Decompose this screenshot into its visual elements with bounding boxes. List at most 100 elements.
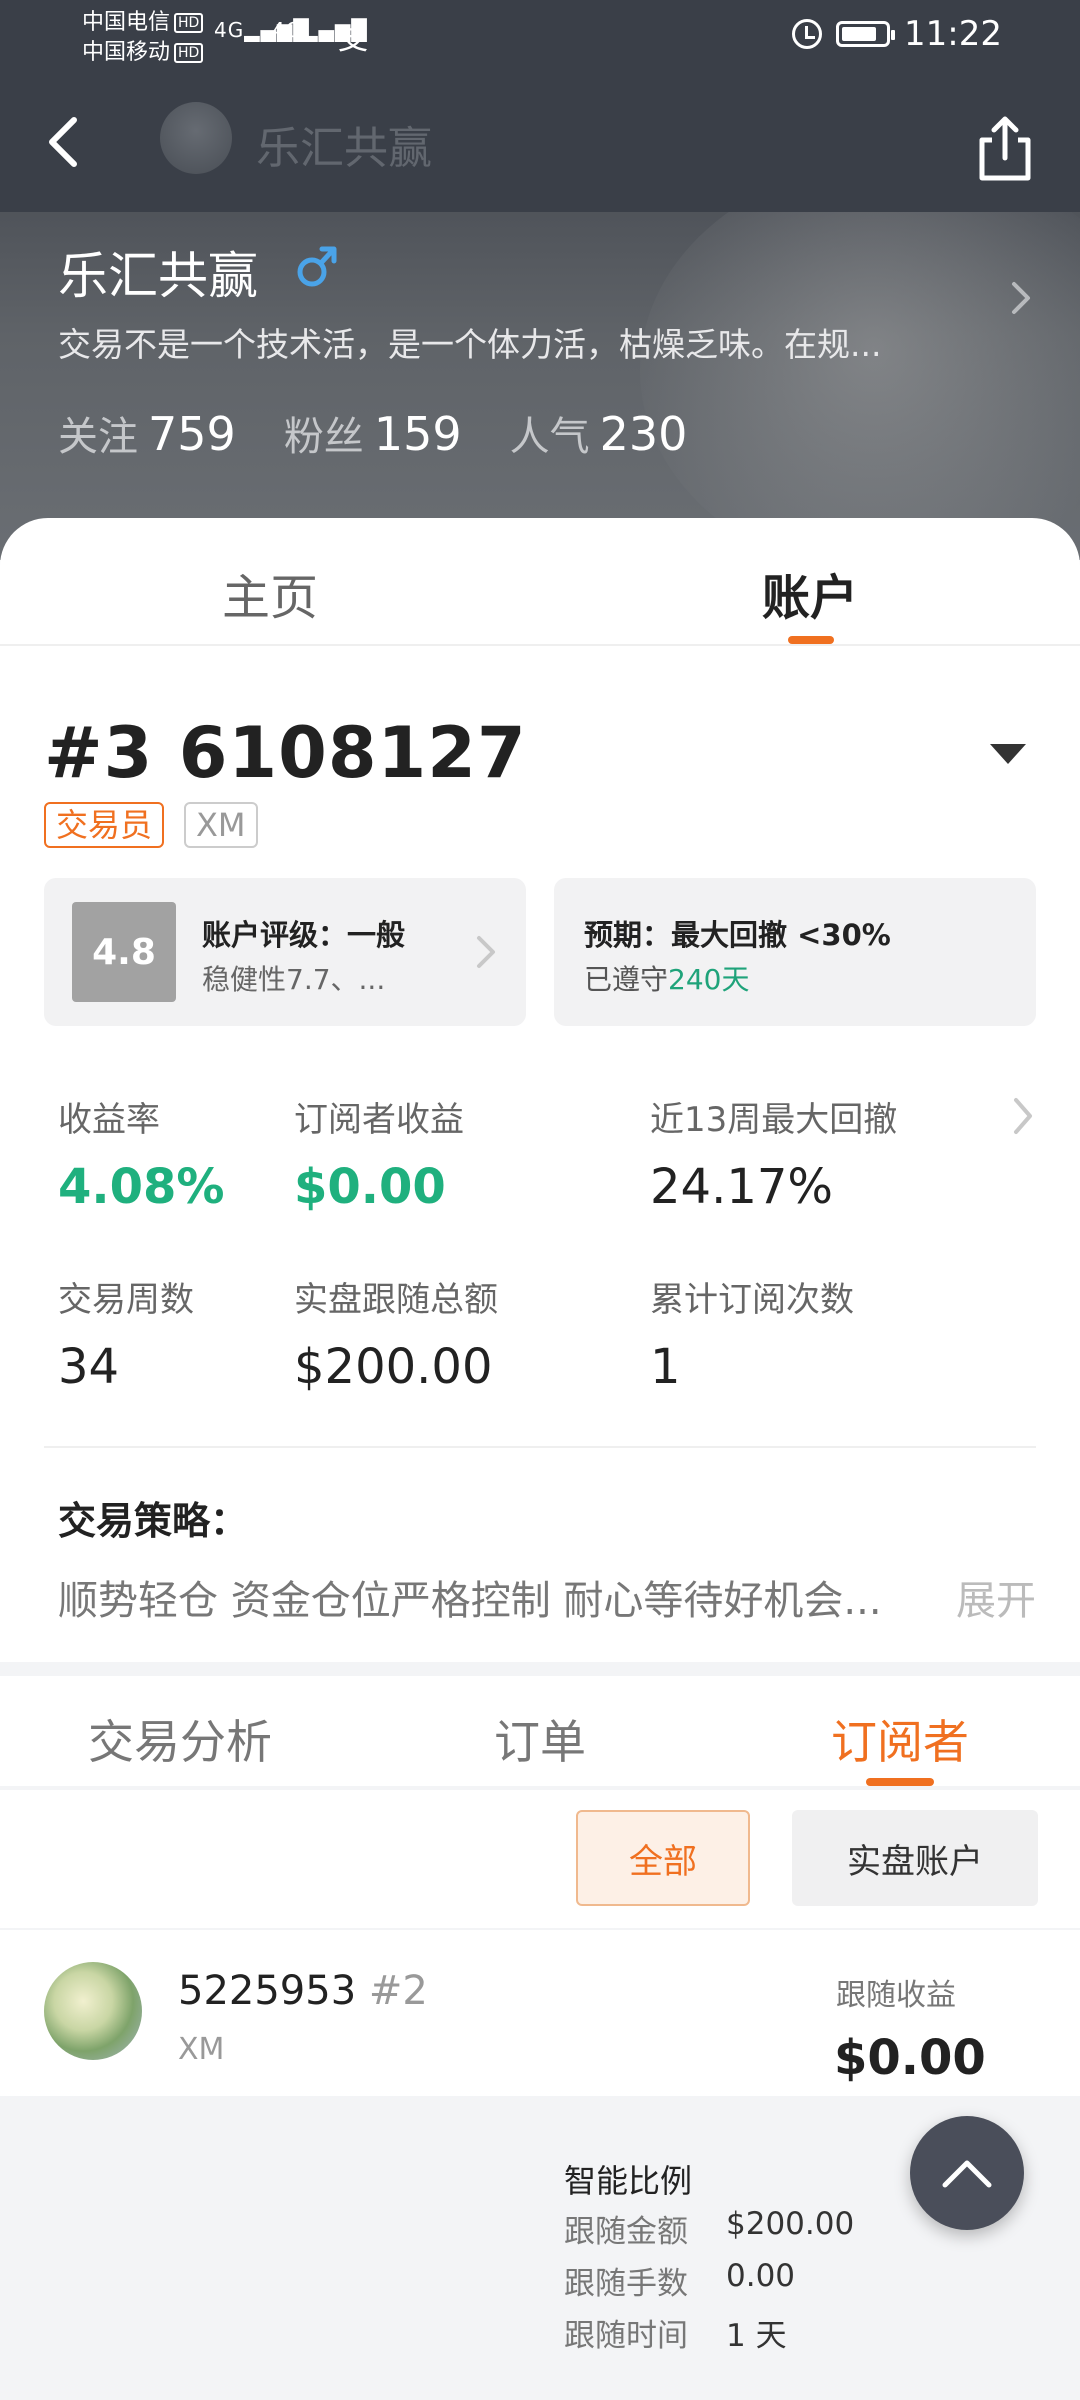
detail-value: 1 天: [726, 2318, 787, 2354]
tab-indicator: [866, 1778, 934, 1786]
broker-tag: XM: [184, 802, 258, 848]
subscriber-rank: #2: [368, 1968, 428, 2014]
expand-link[interactable]: 展开: [956, 1568, 1036, 1626]
account-number[interactable]: #3 6108127: [44, 712, 527, 794]
detail-value: 0.00: [726, 2258, 796, 2294]
metric-label: 订阅者收益: [294, 1100, 464, 1140]
filter-live-account-button[interactable]: 实盘账户: [792, 1810, 1038, 1906]
metric-return-rate: 收益率 4.08%: [58, 1092, 225, 1215]
alarm-icon: [792, 19, 823, 49]
subscriber-id: 5225953 #2: [178, 1968, 428, 2014]
popularity-stat: 人气 230: [510, 404, 688, 462]
sub-tabs: 交易分析 订单 订阅者: [0, 1676, 1080, 1786]
chevron-right-icon: [477, 936, 495, 968]
chevron-up-icon: [942, 2160, 992, 2188]
back-icon[interactable]: [36, 112, 96, 172]
filter-bar: 全部 实盘账户: [0, 1790, 1080, 1928]
fans-value: 159: [373, 407, 462, 461]
subscriber-broker: XM: [178, 2032, 225, 2067]
tab-indicator: [788, 636, 834, 644]
carrier-2: 中国移动: [82, 40, 171, 65]
expectation-card: 预期：最大回撤 <30% 已遵守240天: [554, 878, 1036, 1026]
carrier-info: 中国电信 HD 中国移动 HD: [82, 8, 204, 68]
nav-avatar: [160, 102, 232, 174]
expectation-days: 240天: [668, 963, 750, 996]
detail-row: 跟随金额 $200.00: [564, 2206, 854, 2251]
expectation-title: 预期：最大回撤 <30%: [584, 918, 891, 952]
expectation-subtitle: 已遵守240天: [584, 958, 749, 998]
tab-trade-analysis[interactable]: 交易分析: [50, 1706, 310, 1772]
popularity-label: 人气: [509, 414, 590, 460]
detail-value: $200.00: [726, 2206, 855, 2242]
metric-value: 1: [650, 1339, 681, 1395]
divider: [0, 644, 1080, 646]
tab-subscribers[interactable]: 订阅者: [770, 1706, 1030, 1772]
filter-all-button[interactable]: 全部: [576, 1810, 750, 1906]
metric-value: 34: [58, 1339, 120, 1395]
strategy-title: 交易策略：: [58, 1499, 249, 1543]
network-type: 4G: [272, 18, 303, 42]
follow-label: 关注: [58, 414, 138, 460]
rating-subtitle: 稳健性7.7、...: [202, 963, 386, 996]
nav-title: 乐汇共赢: [256, 123, 432, 174]
profile-header: 中国电信 HD 中国移动 HD 4G▂▄▆█ 4G▂▄▆█ 支 11:22 乐汇共赢…: [0, 0, 1080, 560]
profile-stats: 关注 759 粉丝 159 人气 230: [58, 404, 687, 462]
strategy-text: 顺势轻仓 资金仓位严格控制 耐心等待好机会...: [58, 1578, 882, 1624]
share-icon[interactable]: [974, 114, 1036, 184]
status-bar: 中国电信 HD 中国移动 HD 4G▂▄▆█ 4G▂▄▆█ 支 11:22: [0, 0, 1080, 72]
profile-name: 乐汇共赢: [58, 247, 258, 305]
tab-orders[interactable]: 订单: [410, 1706, 670, 1772]
tab-account[interactable]: 账户: [660, 558, 960, 628]
metric-label: 收益率: [58, 1100, 160, 1140]
detail-label: 跟随手数: [564, 2266, 688, 2302]
fans-label: 粉丝: [283, 414, 364, 460]
metric-value: $200.00: [294, 1339, 493, 1395]
metric-value: $0.00: [294, 1159, 446, 1215]
follow-profit-value: $0.00: [834, 2030, 986, 2086]
follow-stat[interactable]: 关注 759: [58, 404, 236, 462]
role-tag: 交易员: [44, 802, 165, 848]
metric-label: 近13周最大回撤: [650, 1100, 898, 1140]
metric-value: 4.08%: [58, 1159, 225, 1215]
popularity-value: 230: [599, 407, 688, 461]
chevron-right-icon[interactable]: [1008, 1094, 1038, 1138]
detail-label: 跟随时间: [564, 2318, 688, 2354]
fans-stat[interactable]: 粉丝 159: [284, 404, 462, 462]
detail-row: 跟随时间 1 天: [564, 2310, 787, 2355]
divider: [44, 1446, 1036, 1448]
metric-max-drawdown[interactable]: 近13周最大回撤 24.17%: [650, 1092, 897, 1215]
rating-title: 账户评级：一般: [202, 918, 406, 952]
status-right: 11:22: [792, 14, 1002, 54]
caret-down-icon[interactable]: [990, 744, 1026, 764]
subscriber-number: 5225953: [178, 1968, 357, 2014]
metric-value: 24.17%: [650, 1159, 834, 1215]
alipay-icon: 支: [338, 22, 369, 57]
nav-bar: 乐汇共赢: [0, 72, 1080, 212]
hd-badge: HD: [174, 43, 204, 63]
clock: 11:22: [904, 14, 1002, 54]
male-icon: [297, 246, 337, 287]
profile-bio[interactable]: 交易不是一个技术活，是一个体力活，枯燥乏味。在规...: [58, 318, 938, 366]
chevron-right-icon[interactable]: [1006, 278, 1036, 318]
subscriber-row[interactable]: 5225953 #2 XM 跟随收益 $0.00: [0, 1930, 1080, 2096]
metric-label: 交易周数: [58, 1280, 194, 1320]
carrier-1: 中国电信: [82, 10, 171, 35]
metric-subscription-count: 累计订阅次数 1: [650, 1272, 854, 1395]
tab-home[interactable]: 主页: [120, 558, 420, 628]
detail-row: 跟随手数 0.00: [564, 2258, 795, 2303]
metric-label: 实盘跟随总额: [294, 1280, 498, 1320]
detail-label: 跟随金额: [564, 2214, 688, 2250]
score-badge: 4.8: [72, 902, 176, 1002]
follow-profit-label: 跟随收益: [836, 1978, 956, 2013]
follow-value: 759: [148, 407, 236, 461]
battery-icon: [836, 21, 896, 47]
expectation-prefix: 已遵守: [584, 963, 669, 996]
account-rating-card[interactable]: 4.8 账户评级：一般 稳健性7.7、...: [44, 878, 526, 1026]
scroll-to-top-button[interactable]: [910, 2116, 1024, 2230]
avatar: [44, 1962, 142, 2060]
metric-subscriber-profit: 订阅者收益 $0.00: [294, 1092, 464, 1215]
metric-trading-weeks: 交易周数 34: [58, 1272, 194, 1395]
network-type: 4G: [214, 18, 245, 42]
hd-badge: HD: [174, 13, 204, 33]
follow-mode: 智能比例: [564, 2162, 693, 2200]
